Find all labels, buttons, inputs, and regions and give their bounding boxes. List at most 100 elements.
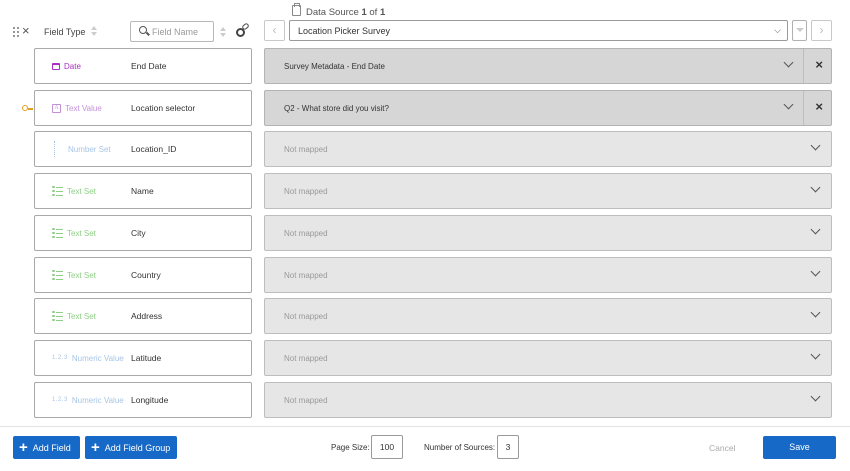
- field-card[interactable]: A Text Value Location selector: [34, 90, 252, 126]
- source-select-value: Location Picker Survey: [298, 26, 391, 36]
- cancel-button[interactable]: Cancel: [709, 443, 735, 453]
- clear-mapping-icon[interactable]: ×: [815, 100, 823, 114]
- mapping-value: Not mapped: [284, 270, 328, 280]
- add-field-button[interactable]: + Add Field: [13, 436, 80, 459]
- field-name[interactable]: Location selector: [131, 91, 195, 125]
- add-field-label: Add Field: [32, 442, 71, 453]
- text-set-icon: [52, 227, 63, 239]
- prev-source-button[interactable]: ‹: [264, 20, 285, 41]
- field-type-label: Text Set: [67, 311, 96, 321]
- chevron-down-icon[interactable]: [784, 59, 794, 69]
- field-card[interactable]: Text Set Name: [34, 173, 252, 209]
- data-source-current: 1: [361, 7, 367, 18]
- chevron-down-icon[interactable]: [811, 351, 821, 361]
- text-set-icon: [52, 269, 63, 281]
- field-card[interactable]: Text Set City: [34, 215, 252, 251]
- field-card[interactable]: Text Set Country: [34, 257, 252, 293]
- field-card[interactable]: Number Set Location_ID: [34, 131, 252, 167]
- mapping-value: Not mapped: [284, 395, 328, 405]
- save-button[interactable]: Save: [763, 436, 836, 459]
- source-options-button[interactable]: [792, 20, 807, 41]
- clipboard-icon: [292, 3, 301, 16]
- plus-icon: +: [91, 438, 100, 456]
- field-type[interactable]: 1.2.3 Numeric Value: [52, 341, 124, 375]
- mapping-value: Not mapped: [284, 186, 328, 196]
- field-type[interactable]: Date: [52, 49, 81, 83]
- mapping-select[interactable]: Not mapped: [264, 215, 832, 251]
- add-field-group-button[interactable]: + Add Field Group: [85, 436, 177, 459]
- mapping-value: Q2 - What store did you visit?: [284, 103, 389, 113]
- field-type-header[interactable]: Field Type: [44, 27, 85, 37]
- field-name[interactable]: Address: [131, 299, 162, 333]
- field-type-label: Date: [64, 61, 81, 71]
- next-source-button[interactable]: ›: [811, 20, 832, 41]
- footer-divider: [0, 426, 850, 427]
- add-field-group-label: Add Field Group: [104, 442, 171, 453]
- chevron-down-icon[interactable]: [811, 184, 821, 194]
- mapping-select[interactable]: Not mapped: [264, 257, 832, 293]
- field-name[interactable]: City: [131, 216, 146, 250]
- field-type-label: Text Set: [67, 228, 96, 238]
- mapping-divider: [803, 91, 804, 125]
- chevron-down-icon[interactable]: [784, 101, 794, 111]
- field-type[interactable]: Text Set: [52, 258, 96, 292]
- mapping-select[interactable]: Not mapped: [264, 382, 832, 418]
- field-name[interactable]: Country: [131, 258, 161, 292]
- data-source-prefix: Data Source: [306, 7, 359, 18]
- field-card[interactable]: 1.2.3 Numeric Value Longitude: [34, 382, 252, 418]
- field-type-label: Numeric Value: [71, 353, 124, 363]
- text-set-icon: [52, 310, 63, 322]
- sort-icon[interactable]: [220, 26, 226, 38]
- field-type-label: Number Set: [68, 144, 111, 154]
- field-type[interactable]: Number Set: [52, 132, 111, 166]
- field-type[interactable]: 1.2.3 Numeric Value: [52, 383, 124, 417]
- field-name[interactable]: Latitude: [131, 341, 161, 375]
- field-name[interactable]: Longitude: [131, 383, 168, 417]
- search-field[interactable]: [130, 21, 214, 42]
- field-type[interactable]: Text Set: [52, 216, 96, 250]
- chevron-down-icon[interactable]: [811, 226, 821, 236]
- mapping-select[interactable]: Q2 - What store did you visit? ×: [264, 90, 832, 126]
- field-type-label: Text Set: [67, 270, 96, 280]
- mapping-select[interactable]: Not mapped: [264, 298, 832, 334]
- field-type-label: Text Set: [67, 186, 96, 196]
- chevron-down-icon: ⌵: [774, 25, 781, 35]
- mapping-select[interactable]: Survey Metadata - End Date ×: [264, 48, 832, 84]
- field-type[interactable]: Text Set: [52, 299, 96, 333]
- field-card[interactable]: 1.2.3 Numeric Value Latitude: [34, 340, 252, 376]
- chevron-down-icon[interactable]: [811, 268, 821, 278]
- header-row: × Field Type Data Source 1 of 1 ‹ Locati…: [0, 0, 850, 46]
- field-type-label: Numeric Value: [71, 395, 124, 405]
- field-type[interactable]: A Text Value: [52, 91, 102, 125]
- clear-mapping-icon[interactable]: ×: [815, 58, 823, 72]
- field-type[interactable]: Text Set: [52, 174, 96, 208]
- gear-link-icon[interactable]: [235, 22, 250, 38]
- close-icon[interactable]: ×: [22, 24, 30, 38]
- key-icon: [22, 105, 33, 111]
- number-of-sources-label: Number of Sources:: [424, 443, 496, 452]
- calendar-icon: [52, 62, 60, 70]
- mapping-select[interactable]: Not mapped: [264, 340, 832, 376]
- mapping-value: Not mapped: [284, 311, 328, 321]
- mapping-select[interactable]: Not mapped: [264, 173, 832, 209]
- mapping-divider: [803, 49, 804, 83]
- mapping-value: Not mapped: [284, 353, 328, 363]
- number-set-icon: [54, 141, 56, 157]
- text-set-icon: [52, 185, 63, 197]
- source-select[interactable]: Location Picker Survey ⌵: [289, 20, 788, 41]
- search-input[interactable]: [152, 25, 212, 38]
- mapping-select[interactable]: Not mapped: [264, 131, 832, 167]
- chevron-down-icon[interactable]: [811, 393, 821, 403]
- page-size-input[interactable]: 100: [371, 435, 403, 459]
- sort-icon[interactable]: [91, 25, 97, 37]
- chevron-down-icon[interactable]: [811, 309, 821, 319]
- field-name[interactable]: Location_ID: [131, 132, 176, 166]
- field-card[interactable]: Text Set Address: [34, 298, 252, 334]
- mapping-value: Not mapped: [284, 144, 328, 154]
- chevron-down-icon[interactable]: [811, 142, 821, 152]
- field-name[interactable]: End Date: [131, 49, 166, 83]
- number-of-sources-input[interactable]: 3: [497, 435, 519, 459]
- field-card[interactable]: Date End Date: [34, 48, 252, 84]
- field-name[interactable]: Name: [131, 174, 154, 208]
- drag-handle-icon[interactable]: [13, 27, 21, 37]
